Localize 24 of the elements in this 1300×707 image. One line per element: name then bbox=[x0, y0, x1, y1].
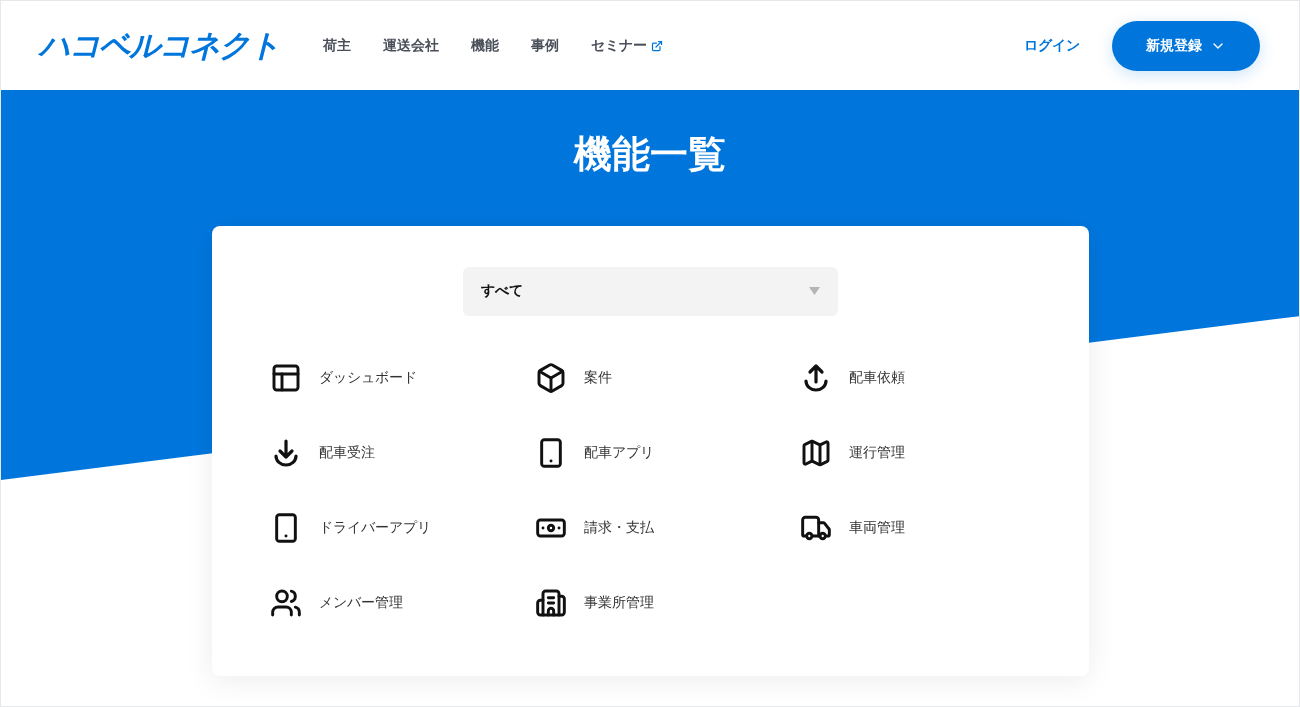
signup-button[interactable]: 新規登録 bbox=[1112, 20, 1260, 71]
feature-link[interactable]: 運行管理 bbox=[798, 436, 905, 469]
feature-link[interactable]: ダッシュボード bbox=[268, 361, 417, 394]
feature-link[interactable]: 配車アプリ bbox=[533, 436, 654, 469]
nav-link[interactable]: 事例 bbox=[531, 36, 559, 55]
feature-link[interactable]: 車両管理 bbox=[798, 511, 905, 544]
upload-arrow-icon bbox=[801, 362, 830, 393]
nav-link[interactable]: 荷主 bbox=[323, 36, 351, 55]
nav-link[interactable]: セミナー bbox=[591, 36, 663, 55]
category-select[interactable]: すべて bbox=[462, 266, 838, 316]
page-title: 機能一覧 bbox=[574, 132, 726, 178]
feature-link[interactable]: ドライバーアプリ bbox=[268, 511, 431, 544]
feature-link[interactable]: メンバー管理 bbox=[268, 586, 403, 619]
login-link[interactable]: ログイン bbox=[1024, 36, 1080, 55]
nav-link[interactable]: 機能 bbox=[471, 36, 499, 55]
feature-link[interactable]: 案件 bbox=[533, 361, 612, 394]
feature-link[interactable]: 事業所管理 bbox=[533, 586, 654, 619]
logo[interactable]: ハコベルコネクト bbox=[39, 24, 279, 67]
feature-link[interactable]: 請求・支払 bbox=[533, 511, 654, 544]
feature-link[interactable]: 配車受注 bbox=[268, 436, 375, 469]
download-arrow-icon bbox=[271, 437, 300, 468]
dropdown-triangle-icon bbox=[808, 287, 820, 296]
feature-link[interactable]: 配車依頼 bbox=[798, 361, 905, 394]
nav-link[interactable]: 運送会社 bbox=[383, 36, 439, 55]
